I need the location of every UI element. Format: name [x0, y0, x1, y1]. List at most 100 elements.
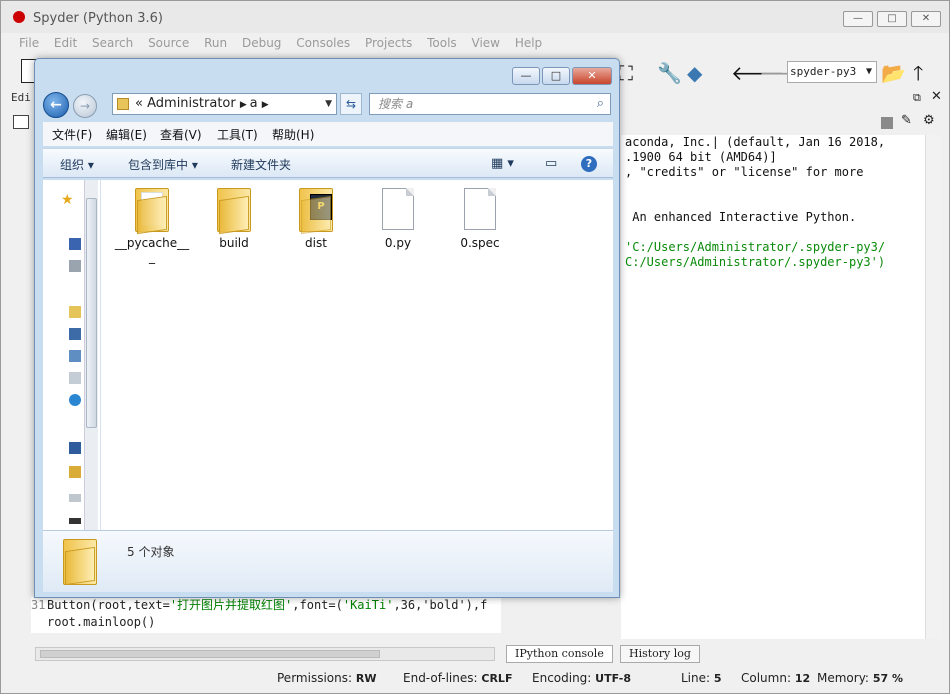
item-name: 0.spec — [460, 236, 500, 250]
up-arrow-icon[interactable]: 🡑 — [913, 61, 923, 85]
explorer-close-button[interactable]: ✕ — [572, 67, 612, 85]
computer-icon[interactable] — [69, 442, 81, 454]
spyder-titlebar: Spyder (Python 3.6) — □ ✕ — [1, 1, 949, 33]
menu-file[interactable]: File — [19, 36, 39, 50]
list-item[interactable]: __pycache__ _ — [109, 188, 195, 264]
editor-horizontal-scrollbar[interactable] — [35, 647, 495, 661]
libraries-icon[interactable] — [69, 306, 81, 318]
forward-button[interactable]: → — [73, 94, 97, 118]
pictures-icon[interactable] — [69, 350, 81, 362]
menu-search[interactable]: Search — [92, 36, 133, 50]
menu-file-cn[interactable]: 文件(F) — [52, 126, 92, 143]
menu-tools-cn[interactable]: 工具(T) — [217, 126, 258, 143]
file-list[interactable]: __pycache__ _ build P dist 0.py 0.spec — [101, 180, 613, 530]
fullscreen-icon[interactable]: ⛶ — [619, 61, 633, 85]
close-button[interactable]: ✕ — [911, 11, 941, 27]
browse-tabs-icon[interactable] — [13, 115, 29, 129]
status-label: Line: — [681, 671, 711, 685]
close-pane-icon[interactable]: ✕ — [931, 89, 942, 104]
navigation-scrollbar[interactable] — [84, 180, 98, 530]
menu-debug[interactable]: Debug — [242, 36, 281, 50]
drive-icon[interactable] — [69, 494, 81, 502]
documents-icon[interactable] — [69, 372, 81, 384]
list-item[interactable]: build — [191, 188, 277, 250]
explorer-window: — □ ✕ ← → « Administrator ▶ a ▶ ▼ ⇆ 搜索 a… — [34, 58, 620, 598]
menu-view[interactable]: View — [472, 36, 500, 50]
status-column: Column: 12 — [741, 671, 810, 685]
working-directory-value: spyder-py3 — [790, 65, 857, 78]
ipython-console[interactable]: aconda, Inc.| (default, Jan 16 2018, .19… — [621, 135, 939, 639]
chevron-down-icon[interactable]: ▼ — [325, 94, 332, 114]
scrollbar-thumb[interactable] — [86, 198, 97, 428]
recent-places-icon[interactable] — [69, 260, 81, 272]
search-icon[interactable]: ⌕ — [597, 94, 604, 114]
breadcrumb-item[interactable]: a — [250, 96, 258, 111]
back-button[interactable]: ← — [43, 92, 69, 118]
maximize-button[interactable]: □ — [877, 11, 907, 27]
line-number: 31 — [31, 598, 46, 612]
desktop-icon[interactable] — [69, 238, 81, 250]
menu-view-cn[interactable]: 查看(V) — [160, 126, 202, 143]
eraser-icon[interactable]: ✎ — [901, 113, 912, 128]
minimize-button[interactable]: — — [843, 11, 873, 27]
console-line: C:/Users/Administrator/.spyder-py3') — [625, 255, 886, 269]
menu-help[interactable]: Help — [515, 36, 542, 50]
menu-projects[interactable]: Projects — [365, 36, 412, 50]
menu-edit-cn[interactable]: 编辑(E) — [106, 126, 147, 143]
folder-icon — [217, 188, 251, 235]
status-line: Line: 5 — [681, 671, 722, 685]
explorer-menubar: 文件(F) 编辑(E) 查看(V) 工具(T) 帮助(H) — [43, 122, 613, 146]
explorer-maximize-button[interactable]: □ — [542, 67, 570, 85]
refresh-button[interactable]: ⇆ — [340, 93, 362, 115]
breadcrumb-overflow[interactable]: « — [135, 96, 143, 111]
console-vertical-scrollbar[interactable] — [925, 135, 941, 639]
organize-button[interactable]: 组织 ▾ — [60, 156, 94, 173]
preview-pane-icon[interactable]: ▭ — [545, 156, 557, 171]
list-item[interactable]: 0.py — [355, 188, 441, 250]
item-name: __pycache__ — [114, 236, 190, 250]
console-pane-header: ⧉ ✕ — [621, 89, 949, 109]
videos-icon[interactable] — [69, 328, 81, 340]
working-directory-select[interactable]: spyder-py3 ▼ — [787, 61, 877, 83]
code-string: '打开图片并提取红图' — [169, 598, 293, 612]
list-item[interactable]: P dist — [273, 188, 359, 250]
folder-icon — [117, 98, 129, 110]
scrollbar-thumb[interactable] — [40, 650, 380, 658]
python-path-icon[interactable]: ◆ — [687, 61, 702, 85]
include-in-library-button[interactable]: 包含到库中 ▾ — [128, 156, 198, 173]
view-options-icon[interactable]: ▦ ▾ — [491, 156, 514, 171]
help-icon[interactable]: ? — [581, 156, 597, 172]
menu-tools[interactable]: Tools — [427, 36, 457, 50]
breadcrumb-separator-icon[interactable]: ▶ — [240, 100, 250, 110]
menu-help-cn[interactable]: 帮助(H) — [272, 126, 314, 143]
breadcrumb-separator-icon[interactable]: ▶ — [262, 100, 269, 110]
explorer-minimize-button[interactable]: — — [512, 67, 540, 85]
wrench-icon[interactable]: 🔧 — [657, 61, 682, 85]
local-disk-icon[interactable] — [69, 466, 81, 478]
file-icon — [464, 188, 496, 230]
code-editor[interactable]: 31 Button(root,text='打开图片并提取红图',font=('Ka… — [31, 597, 501, 633]
menu-source[interactable]: Source — [148, 36, 189, 50]
menu-edit[interactable]: Edit — [54, 36, 77, 50]
editor-tab[interactable]: Edi — [11, 91, 36, 109]
address-bar[interactable]: « Administrator ▶ a ▶ ▼ — [112, 93, 337, 115]
search-input[interactable]: 搜索 a ⌕ — [369, 93, 611, 115]
drive-icon[interactable] — [69, 518, 81, 524]
list-item[interactable]: 0.spec — [437, 188, 523, 250]
breadcrumb-item[interactable]: Administrator — [147, 96, 236, 111]
music-icon[interactable] — [69, 394, 81, 406]
new-folder-button[interactable]: 新建文件夹 — [231, 156, 291, 173]
favorites-star-icon[interactable]: ★ — [61, 192, 74, 208]
menu-run[interactable]: Run — [204, 36, 227, 50]
tab-history-log[interactable]: History log — [620, 645, 700, 663]
tab-ipython-console[interactable]: IPython console — [506, 645, 613, 663]
menu-consoles[interactable]: Consoles — [296, 36, 350, 50]
stop-icon[interactable] — [881, 117, 893, 129]
gear-icon[interactable]: ⚙ — [923, 113, 935, 128]
status-label: Permissions: — [277, 671, 353, 685]
undock-icon[interactable]: ⧉ — [913, 91, 921, 105]
open-folder-icon[interactable]: 📂 — [881, 61, 906, 85]
